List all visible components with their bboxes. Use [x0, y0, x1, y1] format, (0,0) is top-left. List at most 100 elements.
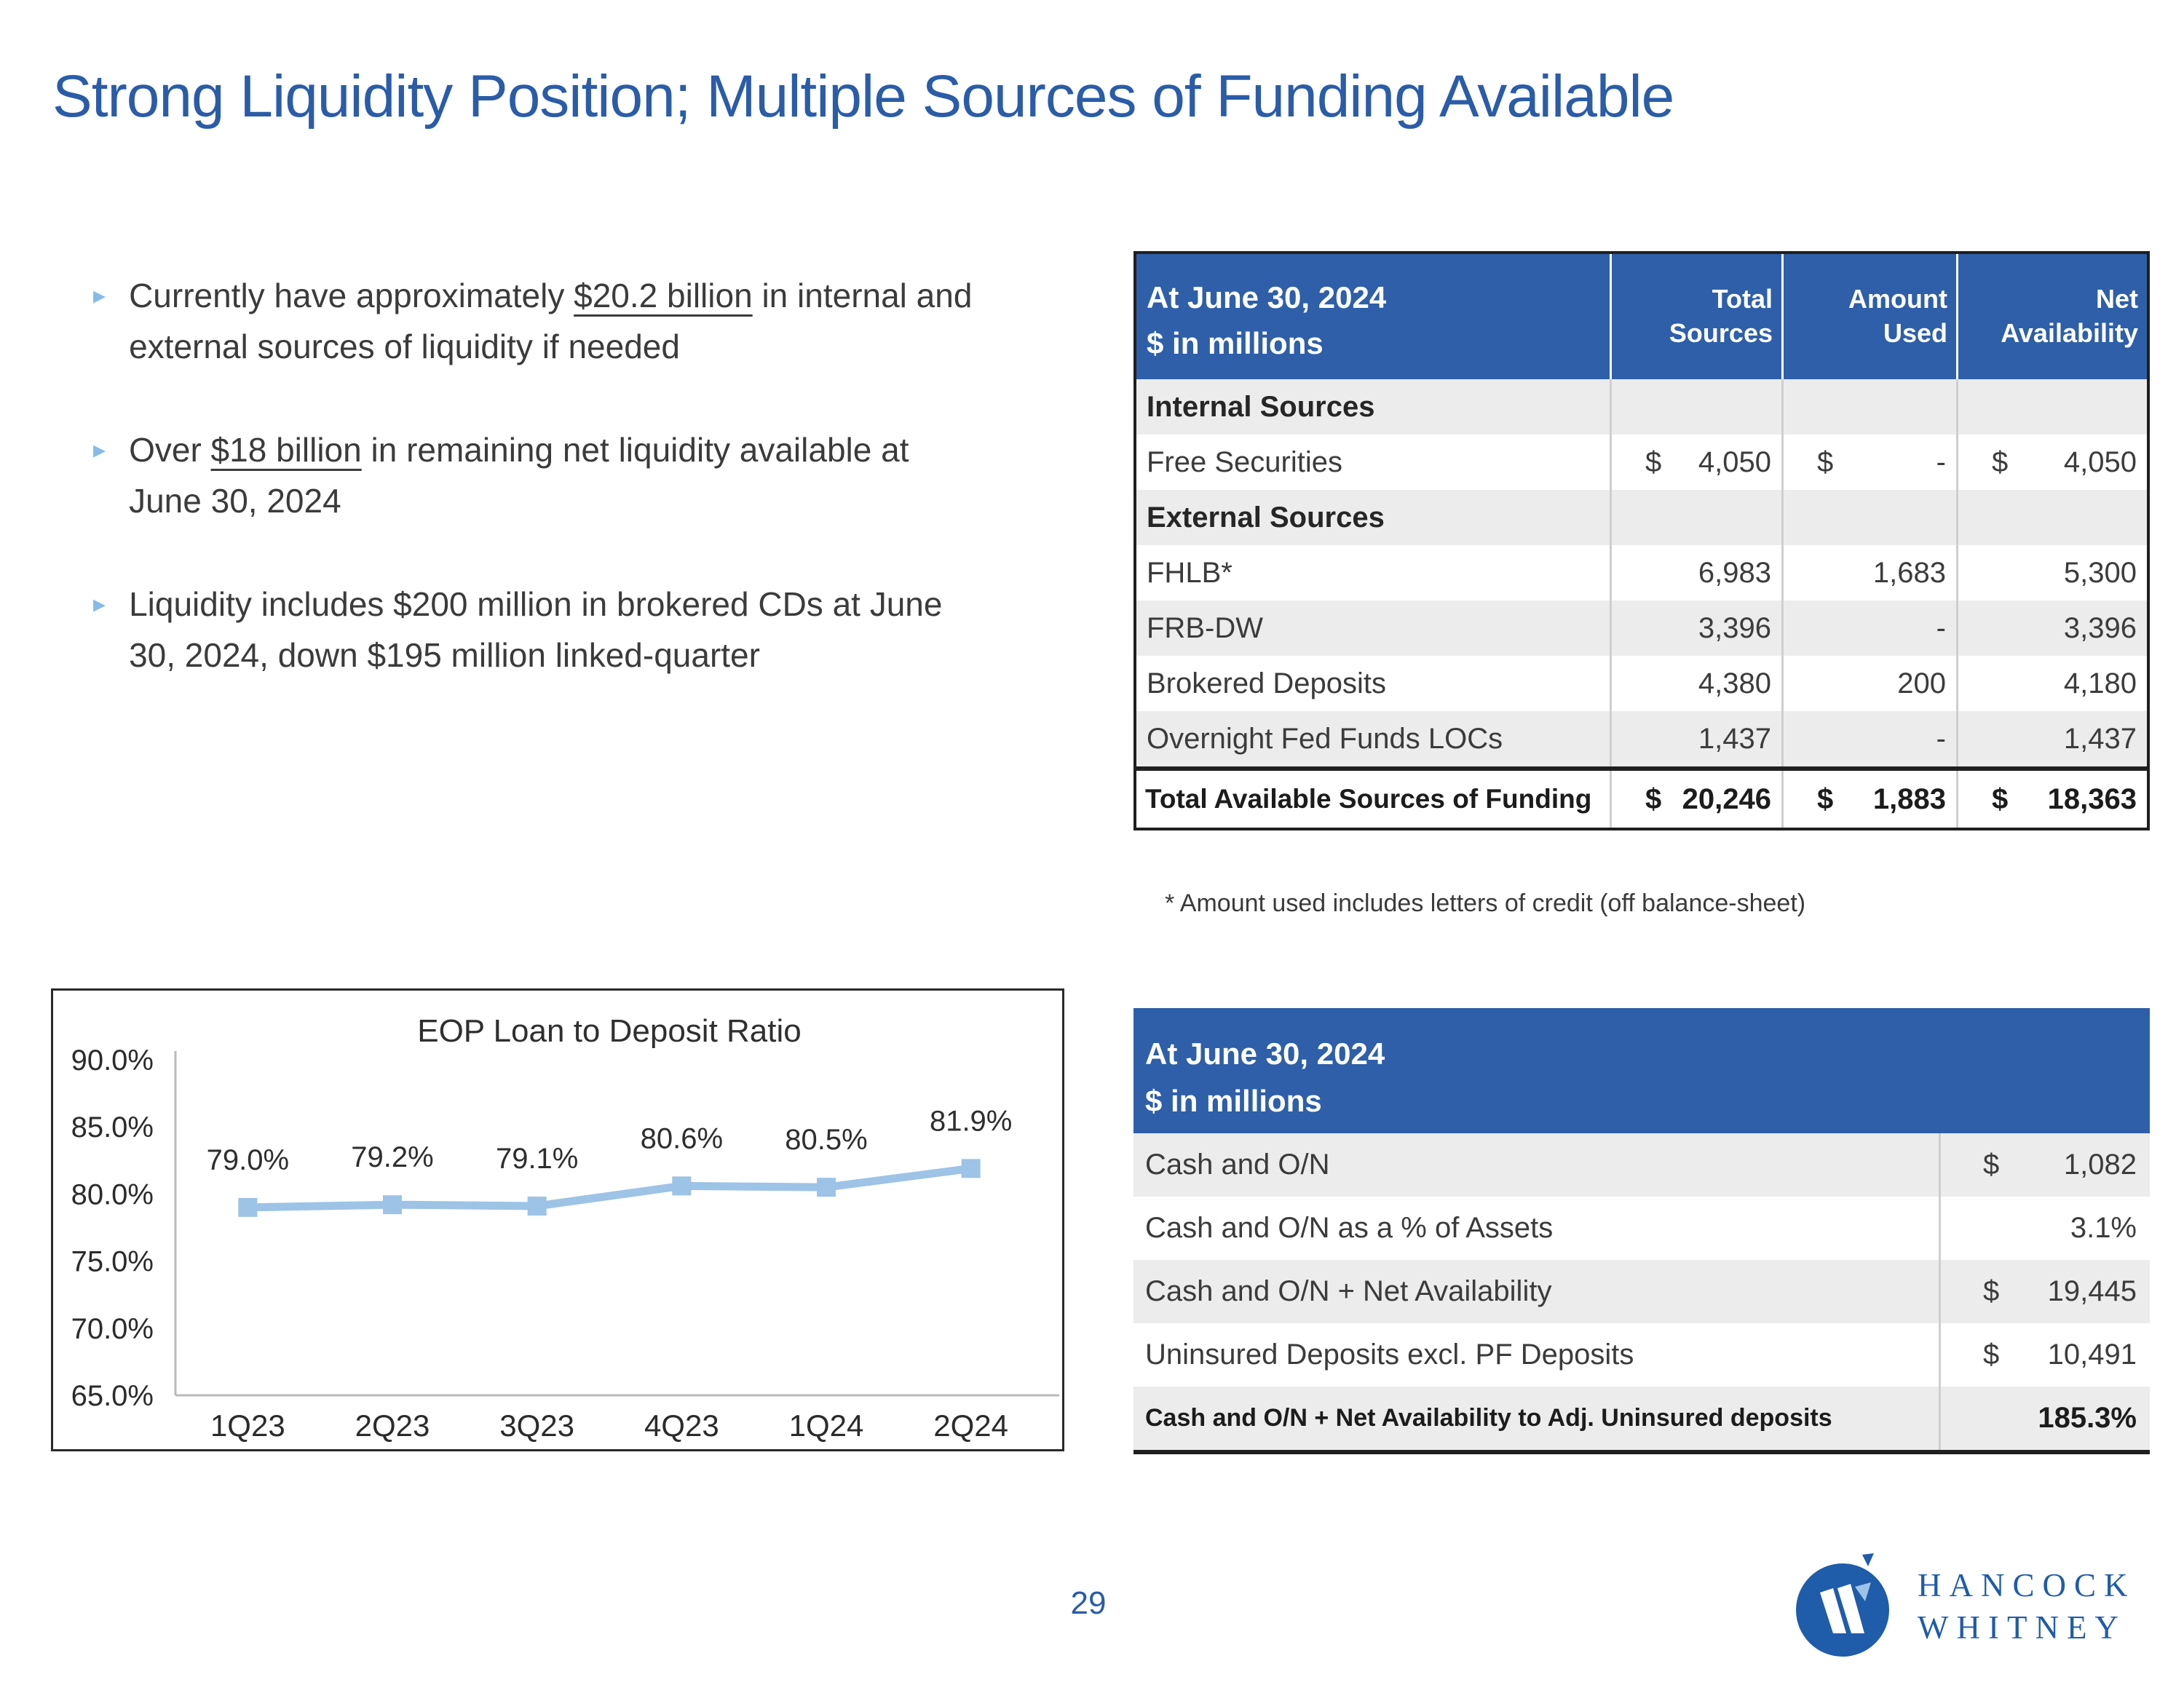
y-axis-tick-label: 65.0%	[71, 1380, 154, 1412]
amount-value: 1,683	[1873, 557, 1946, 590]
chart-title: EOP Loan to Deposit Ratio	[417, 1013, 802, 1049]
y-axis-tick-label: 85.0%	[71, 1111, 154, 1143]
amount-value: 3,396	[2064, 612, 2137, 645]
data-point-marker	[383, 1195, 402, 1214]
hancock-whitney-logo-icon	[1792, 1553, 1893, 1660]
bullet-text: Liquidity includes $200 million in broke…	[129, 579, 988, 681]
bullet-item: ▸ Over $18 billion in remaining net liqu…	[93, 425, 1003, 527]
amount-cell	[1956, 490, 2147, 545]
data-point-marker	[817, 1178, 836, 1197]
amount-value: 1,437	[2064, 723, 2137, 756]
x-axis-tick-label: 2Q23	[355, 1408, 430, 1443]
y-axis-tick-label: 80.0%	[71, 1178, 154, 1210]
amount-cell: $10,491	[1939, 1323, 2150, 1387]
amount-cell	[1610, 379, 1781, 435]
amount-value: 185.3%	[2038, 1402, 2137, 1435]
data-point-marker	[528, 1197, 547, 1216]
x-axis-tick-label: 3Q23	[499, 1408, 574, 1443]
amount-value: 18,363	[2048, 783, 2137, 816]
data-label: 79.0%	[207, 1144, 289, 1176]
amount-cell: $1,883	[1781, 771, 1956, 828]
amount-cell: 1,437	[1610, 711, 1781, 766]
dollar-sign: $	[1983, 1275, 1999, 1308]
bullet-item: ▸ Liquidity includes $200 million in bro…	[93, 579, 1003, 681]
amount-cell: $4,050	[1610, 435, 1781, 490]
amount-cell: $18,363	[1956, 771, 2147, 828]
table-row-total-available: Total Available Sources of Funding $20,2…	[1136, 766, 2147, 828]
underlined-amount: $20.2 billion	[574, 277, 753, 314]
table-row-free-securities: Free Securities $4,050 $- $4,050	[1136, 435, 2147, 490]
table-row-overnight-fed-funds: Overnight Fed Funds LOCs 1,437 - 1,437	[1136, 711, 2147, 766]
y-axis-tick-label: 70.0%	[71, 1313, 154, 1345]
amount-cell: 5,300	[1956, 545, 2147, 600]
amount-value: 1,437	[1698, 723, 1771, 756]
x-axis-tick-label: 2Q24	[933, 1408, 1008, 1443]
data-label: 79.1%	[496, 1143, 578, 1175]
data-label: 81.9%	[930, 1105, 1012, 1137]
dollar-sign: $	[1645, 446, 1661, 479]
amount-value: 20,246	[1682, 783, 1771, 816]
liquidity-metrics-table: At June 30, 2024 $ in millions Cash and …	[1133, 1008, 2150, 1454]
amount-value: 1,082	[2064, 1149, 2137, 1181]
table-row-internal-sources: Internal Sources	[1136, 379, 2147, 435]
amount-value: 4,050	[2064, 446, 2137, 479]
amount-cell: $19,445	[1939, 1260, 2150, 1323]
amount-cell	[1610, 490, 1781, 545]
data-point-marker	[238, 1198, 257, 1217]
table-row-fhlb: FHLB* 6,983 1,683 5,300	[1136, 545, 2147, 600]
data-point-marker	[672, 1176, 691, 1195]
data-label: 79.2%	[351, 1141, 433, 1173]
bullet-item: ▸ Currently have approximately $20.2 bil…	[93, 271, 1003, 373]
col-header-amount-used: Amount Used	[1781, 254, 1956, 379]
amount-cell: $20,246	[1610, 771, 1781, 828]
amount-value: 200	[1897, 667, 1946, 700]
amount-value: 19,445	[2048, 1275, 2137, 1308]
x-axis-tick-label: 1Q24	[789, 1408, 864, 1443]
data-point-marker	[962, 1159, 981, 1178]
eop-loan-to-deposit-chart: EOP Loan to Deposit Ratio 65.0% 70.0% 75.0%…	[51, 988, 1064, 1451]
amount-cell: 1,437	[1956, 711, 2147, 766]
dollar-sign: $	[1983, 1149, 1999, 1181]
amount-value: -	[1936, 446, 1946, 479]
amount-cell: $4,050	[1956, 435, 2147, 490]
funding-sources-table: At June 30, 2024 $ in millions Total Sou…	[1133, 251, 2150, 830]
dollar-sign: $	[1817, 783, 1833, 816]
amount-cell: 1,683	[1781, 545, 1956, 600]
bullet-text: Over $18 billion in remaining net liquid…	[129, 425, 988, 527]
table-row-brokered-deposits: Brokered Deposits 4,380 200 4,180	[1136, 656, 2147, 711]
table-row-frb-dw: FRB-DW 3,396 - 3,396	[1136, 600, 2147, 656]
dollar-sign: $	[1817, 446, 1833, 479]
amount-value: 10,491	[2048, 1339, 2137, 1371]
table-row-external-sources: External Sources	[1136, 490, 2147, 545]
amount-value: 3.1%	[2070, 1212, 2137, 1245]
col-header-net-availability: Net Availability	[1956, 254, 2147, 379]
amount-value: 1,883	[1873, 783, 1946, 816]
col-header-total-sources: Total Sources	[1610, 254, 1781, 379]
y-axis-tick-label: 75.0%	[71, 1246, 154, 1278]
amount-cell: $-	[1781, 435, 1956, 490]
hancock-whitney-logo: HANCOCK WHITNEY	[1792, 1553, 2136, 1660]
bullet-arrow-icon: ▸	[93, 579, 106, 681]
liquidity-table-header: At June 30, 2024 $ in millions	[1133, 1008, 2150, 1133]
amount-cell	[1781, 379, 1956, 435]
table-row-cash-pct-assets: Cash and O/N as a % of Assets 3.1%	[1133, 1197, 2150, 1260]
amount-cell: 6,983	[1610, 545, 1781, 600]
bullet-text: Currently have approximately $20.2 billi…	[129, 271, 988, 373]
amount-cell	[1781, 490, 1956, 545]
amount-cell: -	[1781, 711, 1956, 766]
amount-cell: 3,396	[1956, 600, 2147, 656]
amount-value: 6,983	[1698, 557, 1771, 590]
bullet-list: ▸ Currently have approximately $20.2 bil…	[93, 271, 1003, 733]
amount-cell: 4,180	[1956, 656, 2147, 711]
table-row-ratio-adj-uninsured: Cash and O/N + Net Availability to Adj. …	[1133, 1387, 2150, 1450]
amount-value: 3,396	[1698, 612, 1771, 645]
dollar-sign: $	[1992, 446, 2008, 479]
dollar-sign: $	[1992, 783, 2008, 816]
x-axis-tick-label: 4Q23	[644, 1408, 719, 1443]
page-number: 29	[1052, 1585, 1125, 1622]
table-row-cash-on: Cash and O/N $1,082	[1133, 1133, 2150, 1197]
underlined-amount: $18 billion	[211, 431, 362, 469]
amount-value: 4,050	[1698, 446, 1771, 479]
footnote: * Amount used includes letters of credit…	[1165, 889, 1805, 918]
amount-value: -	[1936, 612, 1946, 645]
